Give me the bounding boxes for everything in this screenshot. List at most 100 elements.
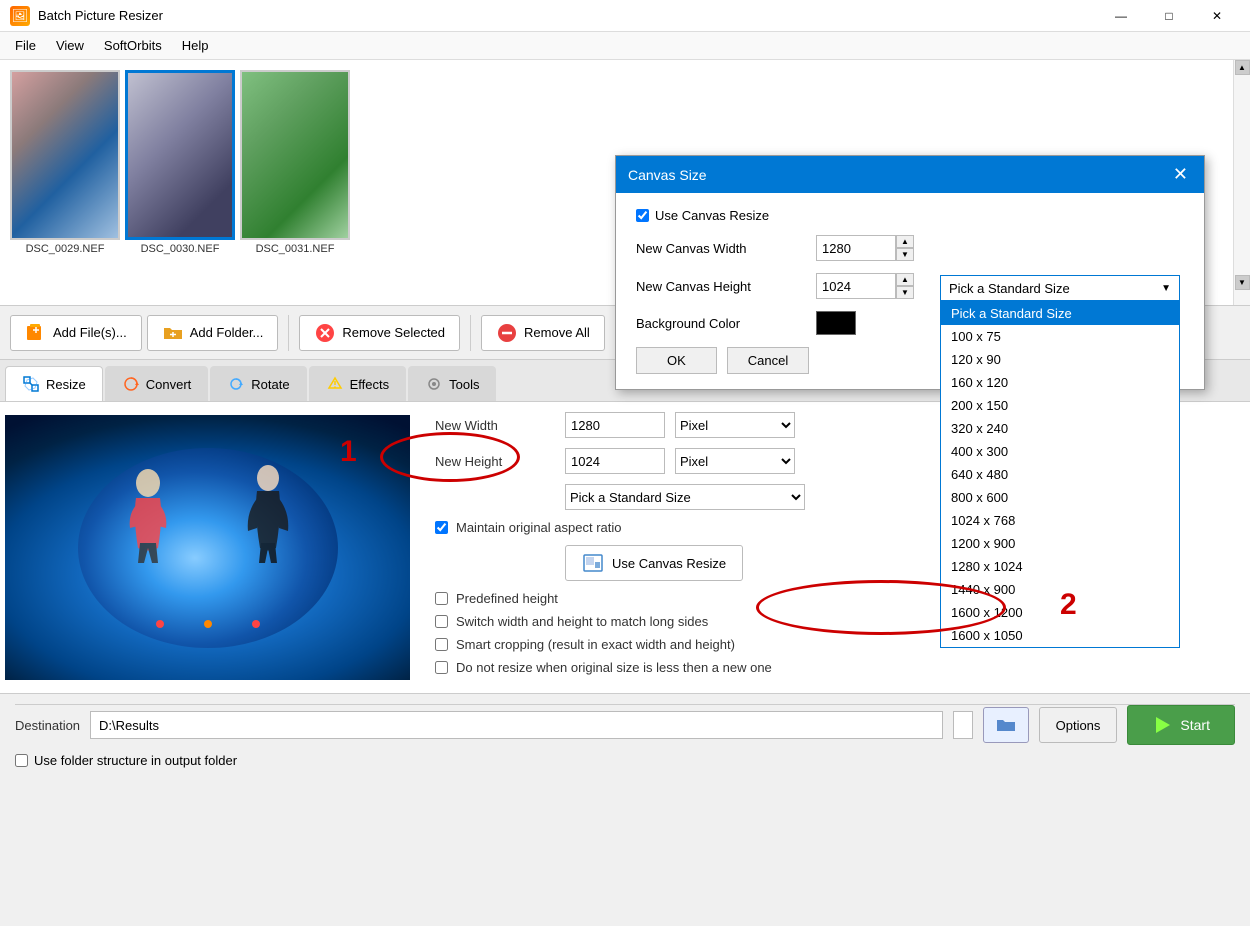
dropdown-option-9[interactable]: 1024 x 768 — [941, 509, 1179, 532]
thumbnail-image-2 — [125, 70, 235, 240]
dialog-cancel-button[interactable]: Cancel — [727, 347, 809, 374]
thumbnail-image-1 — [10, 70, 120, 240]
dropdown-option-7[interactable]: 640 x 480 — [941, 463, 1179, 486]
height-unit-select[interactable]: Pixel Percent — [675, 448, 795, 474]
folder-structure-checkbox[interactable] — [15, 754, 28, 767]
remove-all-label: Remove All — [524, 325, 590, 340]
thumbnail-label-1: DSC_0029.NEF — [26, 243, 105, 255]
canvas-width-input[interactable]: 1280 — [816, 235, 896, 261]
canvas-width-up[interactable]: ▲ — [896, 235, 914, 248]
dialog-ok-button[interactable]: OK — [636, 347, 717, 374]
tab-effects-label: Effects — [350, 377, 390, 392]
tab-effects[interactable]: Effects — [309, 366, 407, 401]
thumbnail-image-3 — [240, 70, 350, 240]
width-unit-select[interactable]: Pixel Percent — [675, 412, 795, 438]
use-canvas-resize-button[interactable]: Use Canvas Resize — [565, 545, 743, 581]
thumbnail-item-3[interactable]: DSC_0031.NEF — [240, 70, 350, 255]
thumbnail-label-3: DSC_0031.NEF — [256, 243, 335, 255]
menu-view[interactable]: View — [46, 34, 94, 57]
start-icon — [1152, 715, 1172, 735]
add-files-icon — [25, 322, 47, 344]
tab-resize[interactable]: Resize — [5, 366, 103, 401]
canvas-width-down[interactable]: ▼ — [896, 248, 914, 261]
dropdown-option-10[interactable]: 1200 x 900 — [941, 532, 1179, 555]
remove-all-icon — [496, 322, 518, 344]
add-files-button[interactable]: Add File(s)... — [10, 315, 142, 351]
toolbar-sep-1 — [288, 315, 289, 351]
tab-resize-icon — [22, 375, 40, 393]
dropdown-list: Pick a Standard Size 100 x 75 120 x 90 1… — [940, 301, 1180, 648]
dialog-close-button[interactable]: ✕ — [1169, 164, 1192, 185]
canvas-height-input[interactable]: 1024 — [816, 273, 896, 299]
preview-image — [5, 415, 410, 680]
dropdown-option-13[interactable]: 1600 x 1200 — [941, 601, 1179, 624]
tab-convert-icon — [122, 375, 140, 393]
new-height-label: New Height — [435, 454, 565, 469]
dropdown-option-14[interactable]: 1600 x 1050 — [941, 624, 1179, 647]
dropdown-option-1[interactable]: 100 x 75 — [941, 325, 1179, 348]
add-folder-label: Add Folder... — [190, 325, 264, 340]
dropdown-option-11[interactable]: 1280 x 1024 — [941, 555, 1179, 578]
maximize-button[interactable]: □ — [1146, 0, 1192, 32]
remove-selected-button[interactable]: Remove Selected — [299, 315, 460, 351]
destination-label: Destination — [15, 718, 80, 733]
start-button[interactable]: Start — [1127, 705, 1235, 745]
dropdown-option-12[interactable]: 1440 x 900 — [941, 578, 1179, 601]
minimize-button[interactable]: — — [1098, 0, 1144, 32]
menu-help[interactable]: Help — [172, 34, 219, 57]
tab-tools-label: Tools — [449, 377, 479, 392]
options-button[interactable]: Options — [1039, 707, 1118, 743]
thumbnail-strip: DSC_0029.NEF DSC_0030.NEF DSC_0031.NEF — [0, 60, 620, 300]
tab-convert[interactable]: Convert — [105, 366, 209, 401]
tab-resize-label: Resize — [46, 377, 86, 392]
new-width-input[interactable] — [565, 412, 665, 438]
remove-all-button[interactable]: Remove All — [481, 315, 605, 351]
dropdown-option-2[interactable]: 120 x 90 — [941, 348, 1179, 371]
thumbnail-item-2[interactable]: DSC_0030.NEF — [125, 70, 235, 255]
do-not-resize-checkbox[interactable] — [435, 661, 448, 674]
add-folder-button[interactable]: Add Folder... — [147, 315, 279, 351]
dropdown-option-8[interactable]: 800 x 600 — [941, 486, 1179, 509]
canvas-height-up[interactable]: ▲ — [896, 273, 914, 286]
smart-cropping-checkbox[interactable] — [435, 638, 448, 651]
tab-rotate[interactable]: Rotate — [210, 366, 306, 401]
dropdown-option-3[interactable]: 160 x 120 — [941, 371, 1179, 394]
browse-folder-icon — [995, 714, 1017, 736]
standard-size-dropdown[interactable]: Pick a Standard Size ▼ — [940, 275, 1180, 301]
maintain-aspect-label: Maintain original aspect ratio — [456, 520, 621, 535]
tab-convert-label: Convert — [146, 377, 192, 392]
start-label: Start — [1180, 717, 1210, 733]
close-button[interactable]: ✕ — [1194, 0, 1240, 32]
add-files-label: Add File(s)... — [53, 325, 127, 340]
canvas-btn-label: Use Canvas Resize — [612, 556, 726, 571]
smart-cropping-label: Smart cropping (result in exact width an… — [456, 637, 735, 652]
scrollbar[interactable]: ▲ ▼ — [1233, 60, 1250, 305]
tab-tools[interactable]: Tools — [408, 366, 496, 401]
canvas-height-down[interactable]: ▼ — [896, 286, 914, 299]
new-height-input[interactable] — [565, 448, 665, 474]
tab-rotate-label: Rotate — [251, 377, 289, 392]
dialog-title: Canvas Size — [628, 167, 707, 183]
dropdown-option-6[interactable]: 400 x 300 — [941, 440, 1179, 463]
use-canvas-resize-checkbox[interactable] — [636, 209, 649, 222]
maintain-aspect-checkbox[interactable] — [435, 521, 448, 534]
tab-rotate-icon — [227, 375, 245, 393]
predefined-height-label: Predefined height — [456, 591, 558, 606]
menu-file[interactable]: File — [5, 34, 46, 57]
switch-width-height-checkbox[interactable] — [435, 615, 448, 628]
destination-input[interactable] — [90, 711, 943, 739]
remove-selected-icon — [314, 322, 336, 344]
standard-size-select[interactable]: Pick a Standard Size 100 x 75 800 x 600 … — [565, 484, 805, 510]
dropdown-option-5[interactable]: 320 x 240 — [941, 417, 1179, 440]
tab-tools-icon — [425, 375, 443, 393]
destination-dropdown[interactable]: ▼ — [953, 711, 973, 739]
dropdown-option-4[interactable]: 200 x 150 — [941, 394, 1179, 417]
dropdown-option-0[interactable]: Pick a Standard Size — [941, 302, 1179, 325]
menu-softorbits[interactable]: SoftOrbits — [94, 34, 172, 57]
bg-color-picker[interactable] — [816, 311, 856, 335]
predefined-height-checkbox[interactable] — [435, 592, 448, 605]
app-icon: 🖼 — [10, 6, 30, 26]
browse-folder-button[interactable] — [983, 707, 1029, 743]
thumbnail-item[interactable]: DSC_0029.NEF — [10, 70, 120, 255]
toolbar-sep-2 — [470, 315, 471, 351]
